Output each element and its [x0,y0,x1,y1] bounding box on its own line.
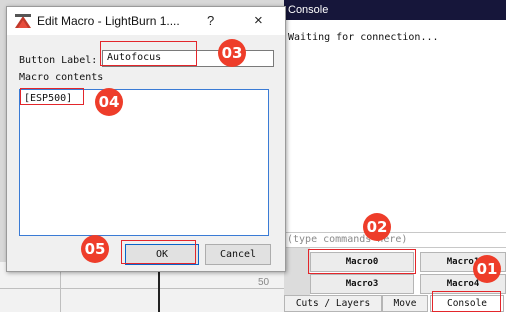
callout-badge: 01 [473,255,501,283]
callout-badge: 04 [95,88,123,116]
tab-cuts-layers[interactable]: Cuts / Layers [284,295,382,312]
lightburn-app-icon [15,14,31,28]
dialog-title: Edit Macro - LightBurn 1.... [37,14,180,28]
highlight-macro-contents [20,88,84,105]
ruler-value: 50 [258,277,270,288]
highlight-button-label [100,41,197,66]
callout-badge: 02 [363,213,391,241]
console-header: Console [284,0,506,20]
macro-contents-textarea[interactable]: [ESP500] [19,89,269,236]
close-icon[interactable]: × [254,12,263,29]
cancel-button[interactable]: Cancel [205,244,271,265]
highlight-ok-button [121,240,196,264]
console-log: Waiting for connection... [288,32,439,43]
callout-badge: 03 [218,39,246,67]
button-label-caption: Button Label: [19,55,98,66]
console-command-input[interactable]: (type commands here) [284,232,506,248]
grid-line [0,288,284,289]
callout-badge: 05 [81,235,109,263]
help-button[interactable]: ? [207,13,214,28]
macro-button-3[interactable]: Macro3 [310,274,414,294]
dialog-titlebar[interactable]: Edit Macro - LightBurn 1.... ? × [7,7,285,35]
tab-move[interactable]: Move [382,295,428,312]
highlight-macro0 [308,249,416,274]
macro-contents-caption: Macro contents [19,72,104,83]
console-title: Console [288,4,329,16]
highlight-console-tab [432,291,501,312]
panel-edge [284,248,310,295]
